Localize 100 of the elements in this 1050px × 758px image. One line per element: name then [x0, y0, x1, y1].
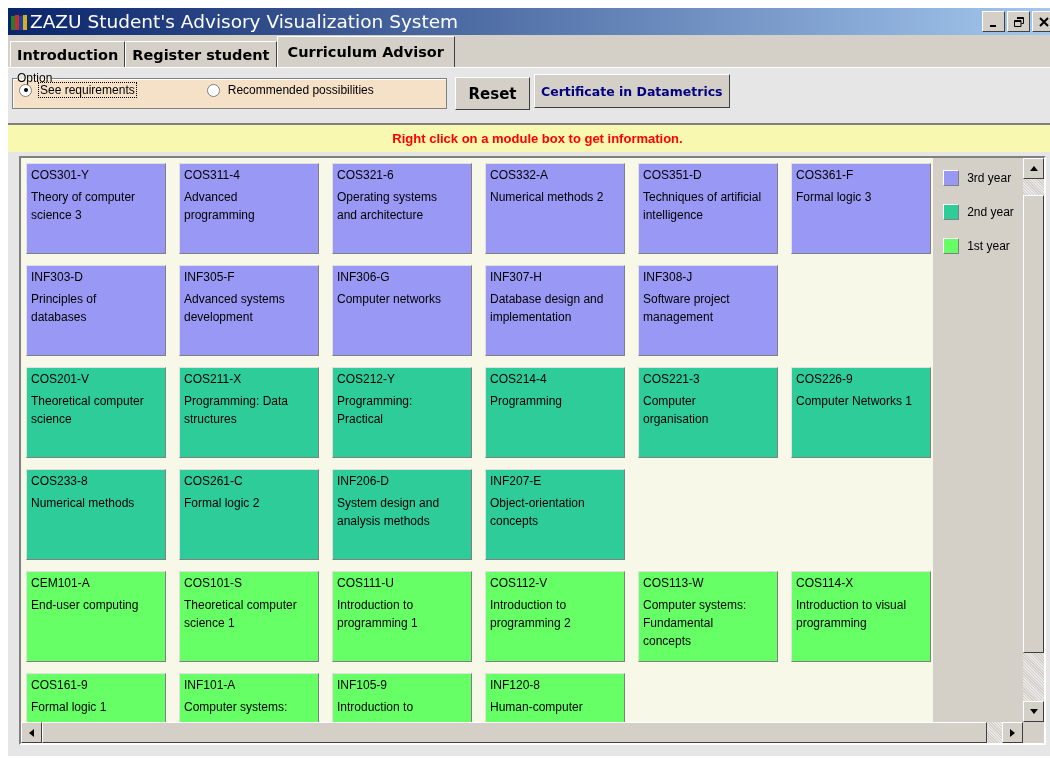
- module-title: Computer Networks 1: [796, 393, 914, 410]
- module-code: INF105-9: [337, 677, 389, 693]
- module-code: COS211-X: [184, 371, 243, 387]
- module-code: COS221-3: [643, 371, 701, 387]
- module-code: INF206-D: [337, 473, 390, 489]
- module-title: Advanced systems development: [184, 291, 286, 326]
- module-code: COS301-Y: [31, 167, 91, 183]
- module-box[interactable]: INF306-G Computer networks: [332, 265, 472, 356]
- module-title: Introduction to programming 2: [490, 597, 572, 632]
- module-code: COS226-9: [796, 371, 854, 387]
- module-code: COS351-D: [643, 167, 703, 183]
- module-title: Formal logic 1: [31, 699, 108, 716]
- module-title: Programming: Data structures: [184, 393, 290, 428]
- module-box[interactable]: INF305-F Advanced systems development: [179, 265, 319, 356]
- module-code: INF303-D: [31, 269, 84, 285]
- module-title: Numerical methods 2: [490, 189, 605, 206]
- module-code: INF306-G: [337, 269, 391, 285]
- legend-label: 3rd year: [967, 171, 1012, 185]
- module-code: COS101-S: [184, 575, 244, 591]
- tab[interactable]: Introduction: [10, 41, 126, 67]
- module-box[interactable]: COS214-4 Programming: [485, 367, 625, 458]
- module-title: Introduction to programming 1: [337, 597, 419, 632]
- module-title: Human-computer: [490, 699, 584, 716]
- module-box[interactable]: COS113-W Computer systems: Fundamental concepts: [638, 571, 778, 662]
- module-box[interactable]: COS212-Y Programming: Practical: [332, 367, 472, 458]
- module-box[interactable]: COS361-F Formal logic 3: [791, 163, 931, 254]
- module-title: Theoretical computer science 1: [184, 597, 298, 632]
- module-title: Computer systems:: [184, 699, 289, 716]
- module-code: COS201-V: [31, 371, 91, 387]
- module-box[interactable]: COS211-X Programming: Data structures: [179, 367, 319, 458]
- module-code: COS112-V: [490, 575, 549, 591]
- module-code: COS113-W: [643, 575, 705, 591]
- module-title: Introduction to visual programming: [796, 597, 908, 632]
- module-box[interactable]: COS161-9 Formal logic 1: [26, 673, 166, 722]
- certificate-button[interactable]: Certificate in Datametrics: [534, 74, 730, 108]
- module-title: System design and analysis methods: [337, 495, 441, 530]
- module-box[interactable]: COS332-A Numerical methods 2: [485, 163, 625, 254]
- module-code: COS114-X: [796, 575, 855, 591]
- module-box[interactable]: INF206-D System design and analysis methods: [332, 469, 472, 560]
- module-code: INF101-A: [184, 677, 237, 693]
- module-box[interactable]: COS321-6 Operating systems and architecture: [332, 163, 472, 254]
- module-box[interactable]: COS221-3 Computer organisation: [638, 367, 778, 458]
- module-title: Computer organisation: [643, 393, 710, 428]
- legend-label: 2nd year: [967, 205, 1014, 219]
- module-title: End-user computing: [31, 597, 140, 614]
- module-box[interactable]: COS351-D Techniques of artificial intelligence: [638, 163, 778, 254]
- radio-label[interactable]: Recommended possibilities: [225, 82, 376, 98]
- legend-label: 1st year: [967, 239, 1010, 253]
- module-title: Formal logic 2: [184, 495, 261, 512]
- module-code: COS111-U: [337, 575, 395, 591]
- module-title: Introduction to: [337, 699, 415, 716]
- module-box[interactable]: COS112-V Introduction to programming 2: [485, 571, 625, 662]
- module-title: Advanced programming: [184, 189, 256, 224]
- module-title: Numerical methods: [31, 495, 136, 512]
- module-box[interactable]: COS201-V Theoretical computer science: [26, 367, 166, 458]
- module-box[interactable]: COS311-4 Advanced programming: [179, 163, 319, 254]
- module-title: Programming: [490, 393, 564, 410]
- module-box[interactable]: INF105-9 Introduction to: [332, 673, 472, 722]
- reset-button[interactable]: Reset: [455, 77, 530, 110]
- module-title: Operating systems and architecture: [337, 189, 439, 224]
- module-code: COS332-A: [490, 167, 550, 183]
- module-box[interactable]: COS114-X Introduction to visual programming: [791, 571, 931, 662]
- module-box[interactable]: COS261-C Formal logic 2: [179, 469, 319, 560]
- module-title: Theory of computer science 3: [31, 189, 137, 224]
- module-box[interactable]: COS101-S Theoretical computer science 1: [179, 571, 319, 662]
- module-box[interactable]: CEM101-A End-user computing: [26, 571, 166, 662]
- module-code: COS311-4: [184, 167, 241, 183]
- window-title: ZAZU Student's Advisory Visualization System: [30, 11, 460, 32]
- module-code: COS261-C: [184, 473, 244, 489]
- module-box[interactable]: INF303-D Principles of databases: [26, 265, 166, 356]
- module-code: INF207-E: [490, 473, 543, 489]
- module-title: Techniques of artificial intelligence: [643, 189, 763, 224]
- module-box[interactable]: COS111-U Introduction to programming 1: [332, 571, 472, 662]
- tab[interactable]: Curriculum Advisor: [276, 36, 455, 67]
- module-box[interactable]: COS233-8 Numerical methods: [26, 469, 166, 560]
- hint-text: Right click on a module box to get information.: [392, 131, 683, 146]
- module-title: Computer systems: Fundamental concepts: [643, 597, 748, 650]
- module-code: INF305-F: [184, 269, 236, 285]
- module-title: Object-orientation concepts: [490, 495, 586, 530]
- module-title: Programming: Practical: [337, 393, 414, 428]
- module-code: COS161-9: [31, 677, 89, 693]
- module-box[interactable]: INF120-8 Human-computer: [485, 673, 625, 722]
- module-box[interactable]: INF207-E Object-orientation concepts: [485, 469, 625, 560]
- module-code: COS321-6: [337, 167, 395, 183]
- module-title: Software project management: [643, 291, 731, 326]
- module-code: INF307-H: [490, 269, 543, 285]
- module-box[interactable]: COS301-Y Theory of computer science 3: [26, 163, 166, 254]
- module-box[interactable]: INF101-A Computer systems:: [179, 673, 319, 722]
- module-code: CEM101-A: [31, 575, 91, 591]
- module-code: COS233-8: [31, 473, 89, 489]
- module-box[interactable]: INF307-H Database design and implementation: [485, 265, 625, 356]
- module-box[interactable]: INF308-J Software project management: [638, 265, 778, 356]
- module-title: Theoretical computer science: [31, 393, 145, 428]
- tab[interactable]: Register student: [125, 41, 277, 67]
- module-box[interactable]: COS226-9 Computer Networks 1: [791, 367, 931, 458]
- module-title: Computer networks: [337, 291, 443, 308]
- module-title: Formal logic 3: [796, 189, 873, 206]
- group-label: Option: [17, 71, 53, 85]
- module-code: COS214-4: [490, 371, 548, 387]
- radio-label[interactable]: See requirements: [38, 82, 137, 98]
